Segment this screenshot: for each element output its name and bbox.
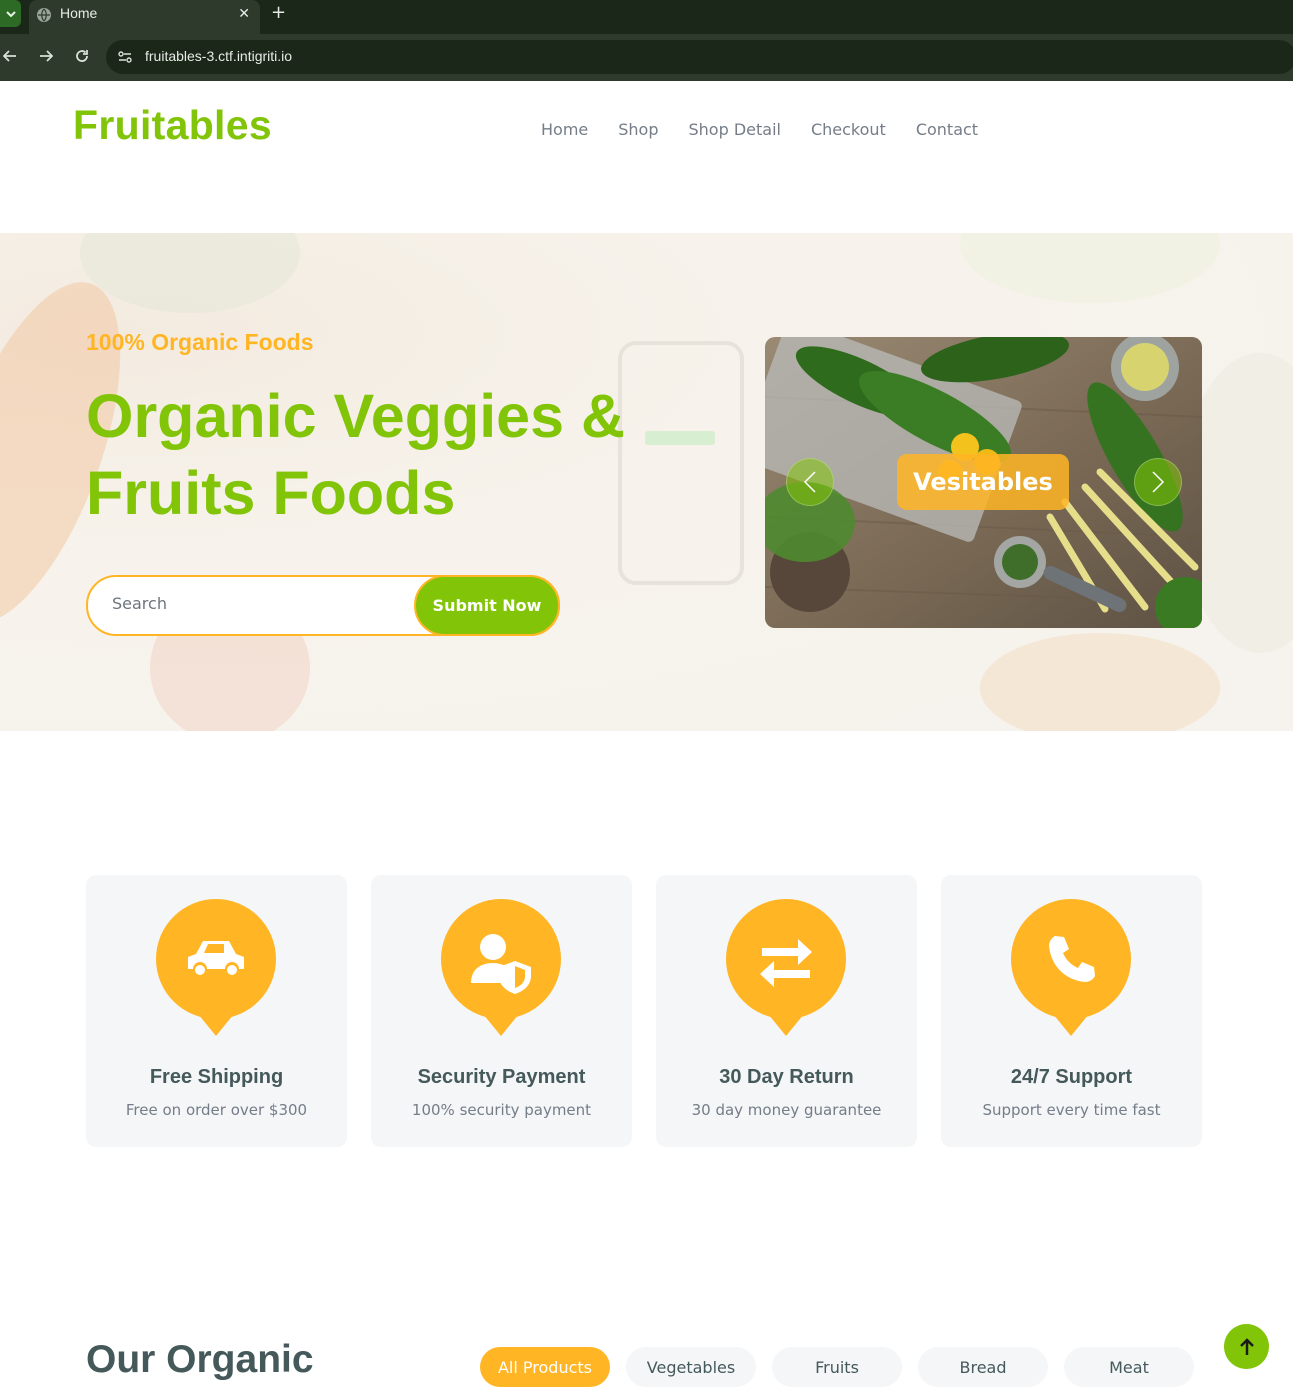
close-icon[interactable]: ✕ xyxy=(238,6,250,22)
plus-icon[interactable]: + xyxy=(271,4,286,22)
exchange-icon xyxy=(726,899,846,1036)
section-title: Our Organic xyxy=(86,1338,314,1381)
tab-search-button[interactable] xyxy=(0,0,21,27)
arrow-up-icon xyxy=(1239,1337,1254,1355)
feature-desc: Support every time fast xyxy=(982,1101,1161,1119)
features-row: Free Shipping Free on order over $300 Se… xyxy=(86,875,1202,1147)
forward-arrow-icon[interactable] xyxy=(36,46,56,66)
chevron-left-icon xyxy=(803,471,816,493)
product-filters: All Products Vegetables Fruits Bread Mea… xyxy=(480,1347,1194,1387)
hero-carousel: Vesitables xyxy=(765,337,1202,628)
browser-tab[interactable]: Home ✕ xyxy=(29,0,260,34)
feature-card: 30 Day Return 30 day money guarantee xyxy=(656,875,917,1147)
feature-card: Free Shipping Free on order over $300 xyxy=(86,875,347,1147)
filter-fruits[interactable]: Fruits xyxy=(772,1347,902,1387)
feature-title: 30 Day Return xyxy=(719,1066,854,1088)
address-bar[interactable]: fruitables-3.ctf.intigriti.io xyxy=(106,40,1293,74)
feature-title: Free Shipping xyxy=(149,1066,284,1088)
phone-icon xyxy=(1011,899,1131,1036)
feature-card: Security Payment 100% security payment xyxy=(371,875,632,1147)
filter-meat[interactable]: Meat xyxy=(1064,1347,1194,1387)
site-settings-icon[interactable] xyxy=(116,48,134,66)
feature-title: Security Payment xyxy=(417,1066,586,1088)
feature-card: 24/7 Support Support every time fast xyxy=(941,875,1202,1147)
carousel-next-button[interactable] xyxy=(1134,458,1182,506)
user-shield-icon xyxy=(441,899,561,1036)
chevron-right-icon xyxy=(1152,471,1165,493)
submit-button[interactable]: Submit Now xyxy=(414,575,560,636)
tab-title: Home xyxy=(60,5,98,21)
hero-title: Organic Veggies & Fruits Foods xyxy=(86,382,626,527)
hero-search: Submit Now xyxy=(86,575,560,636)
hero-subtitle: 100% Organic Foods xyxy=(86,329,314,355)
browser-tabstrip: Home ✕ + xyxy=(0,0,1293,34)
reload-icon[interactable] xyxy=(72,46,92,66)
nav-shop[interactable]: Shop xyxy=(603,120,673,139)
hero-section: 100% Organic Foods Organic Veggies & Fru… xyxy=(0,233,1293,731)
car-icon xyxy=(156,899,276,1036)
nav-checkout[interactable]: Checkout xyxy=(796,120,901,139)
filter-vegetables[interactable]: Vegetables xyxy=(626,1347,756,1387)
site-logo[interactable]: Fruitables xyxy=(73,102,272,149)
back-to-top-button[interactable] xyxy=(1224,1324,1269,1369)
browser-toolbar: fruitables-3.ctf.intigriti.io xyxy=(0,34,1293,81)
main-nav: Home Shop Shop Detail Checkout Contact xyxy=(526,120,993,139)
feature-title: 24/7 Support xyxy=(1010,1066,1133,1088)
carousel-caption[interactable]: Vesitables xyxy=(897,454,1069,510)
nav-contact[interactable]: Contact xyxy=(901,120,993,139)
carousel-prev-button[interactable] xyxy=(786,458,834,506)
feature-desc: 30 day money guarantee xyxy=(691,1101,882,1119)
filter-all-products[interactable]: All Products xyxy=(480,1347,610,1387)
chevron-down-icon xyxy=(5,10,16,17)
filter-bread[interactable]: Bread xyxy=(918,1347,1048,1387)
feature-desc: Free on order over $300 xyxy=(125,1101,308,1119)
url-text: fruitables-3.ctf.intigriti.io xyxy=(145,48,293,64)
back-arrow-icon[interactable] xyxy=(0,46,20,66)
globe-icon xyxy=(37,8,51,22)
nav-shop-detail[interactable]: Shop Detail xyxy=(674,120,796,139)
feature-desc: 100% security payment xyxy=(411,1101,592,1119)
search-input[interactable] xyxy=(110,593,394,614)
nav-home[interactable]: Home xyxy=(526,120,603,139)
